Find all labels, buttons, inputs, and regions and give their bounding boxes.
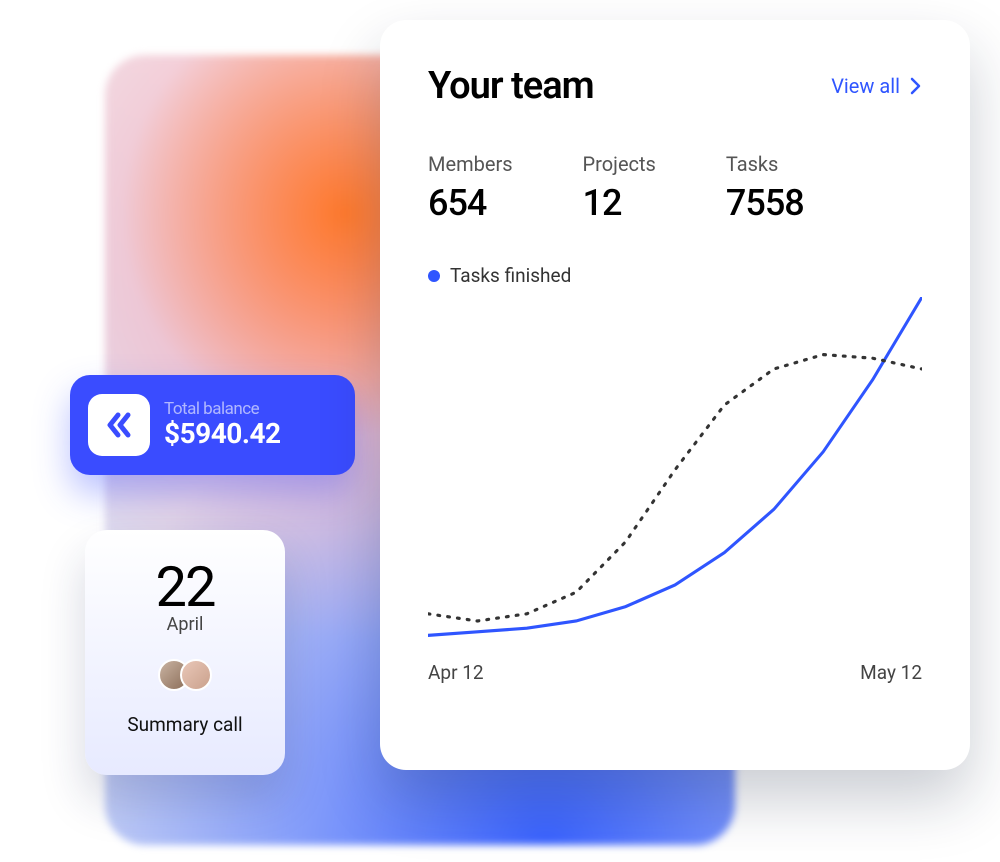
stats-row: Members 654 Projects 12 Tasks 7558 xyxy=(428,152,922,224)
x-axis-end: May 12 xyxy=(860,661,922,684)
x-axis-start: Apr 12 xyxy=(428,661,484,684)
tasks-chart xyxy=(428,297,922,657)
view-all-label: View all xyxy=(831,74,900,98)
stat-label: Members xyxy=(428,152,513,176)
stat-tasks: Tasks 7558 xyxy=(726,152,804,224)
chevron-right-icon xyxy=(910,77,922,95)
chart-x-axis: Apr 12 May 12 xyxy=(428,661,922,684)
double-chevron-left-icon xyxy=(88,394,150,456)
legend-label: Tasks finished xyxy=(450,264,571,287)
stat-label: Tasks xyxy=(726,152,804,176)
event-title: Summary call xyxy=(85,713,285,736)
team-card: Your team View all Members 654 Projects … xyxy=(380,20,970,770)
stat-projects: Projects 12 xyxy=(583,152,656,224)
avatar xyxy=(180,659,212,691)
stat-value: 7558 xyxy=(726,182,804,224)
stat-members: Members 654 xyxy=(428,152,513,224)
chart-legend: Tasks finished xyxy=(428,264,922,287)
stat-label: Projects xyxy=(583,152,656,176)
attendee-avatars xyxy=(158,659,212,691)
date-day: 22 xyxy=(85,554,285,620)
view-all-link[interactable]: View all xyxy=(831,74,922,98)
legend-dot-icon xyxy=(428,270,440,282)
team-title: Your team xyxy=(428,64,594,108)
balance-card[interactable]: Total balance $5940.42 xyxy=(70,375,355,475)
date-month: April xyxy=(85,614,285,635)
stat-value: 12 xyxy=(583,182,656,224)
date-card[interactable]: 22 April Summary call xyxy=(85,530,285,775)
stat-value: 654 xyxy=(428,182,513,224)
balance-value: $5940.42 xyxy=(164,419,281,450)
